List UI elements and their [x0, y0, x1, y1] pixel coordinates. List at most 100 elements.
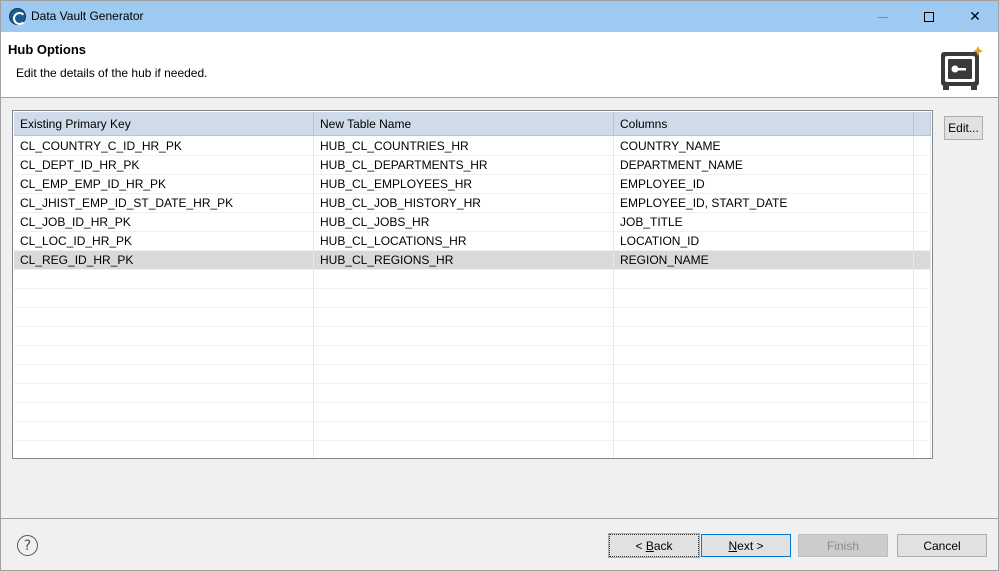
table-body: CL_COUNTRY_C_ID_HR_PK HUB_CL_COUNTRIES_HR…	[14, 137, 931, 458]
empty-table-row	[14, 346, 931, 365]
back-label-prefix: <	[635, 538, 646, 553]
cell-filler	[914, 308, 931, 326]
cell-existing-primary-key	[14, 365, 314, 383]
column-header-new-table-name[interactable]: New Table Name	[314, 112, 614, 135]
cell-filler	[914, 194, 931, 212]
cell-existing-primary-key: CL_LOC_ID_HR_PK	[14, 232, 314, 250]
cell-filler	[914, 289, 931, 307]
empty-table-row	[14, 270, 931, 289]
cell-new-table-name	[314, 327, 614, 345]
cell-filler	[914, 346, 931, 364]
cell-columns	[614, 289, 914, 307]
column-header-columns[interactable]: Columns	[614, 112, 914, 135]
cell-columns: EMPLOYEE_ID	[614, 175, 914, 193]
cell-existing-primary-key	[14, 441, 314, 458]
close-icon: ✕	[969, 8, 981, 25]
cell-columns	[614, 270, 914, 288]
cell-existing-primary-key: CL_JHIST_EMP_ID_ST_DATE_HR_PK	[14, 194, 314, 212]
cell-filler	[914, 384, 931, 402]
column-header-existing-primary-key[interactable]: Existing Primary Key	[14, 112, 314, 135]
cell-columns	[614, 384, 914, 402]
cell-new-table-name: HUB_CL_LOCATIONS_HR	[314, 232, 614, 250]
next-label-rest: ext >	[737, 538, 764, 553]
empty-table-row	[14, 441, 931, 458]
cell-filler	[914, 403, 931, 421]
cell-filler	[914, 251, 931, 269]
empty-table-row	[14, 365, 931, 384]
cell-columns	[614, 403, 914, 421]
cell-new-table-name	[314, 365, 614, 383]
cancel-button[interactable]: Cancel	[897, 534, 987, 557]
window-title: Data Vault Generator	[31, 9, 144, 23]
cell-filler	[914, 213, 931, 231]
dialog-window: Data Vault Generator ✕ Hub Options Edit …	[0, 0, 999, 571]
table-row[interactable]: CL_REG_ID_HR_PK HUB_CL_REGIONS_HR REGION_N…	[14, 251, 931, 270]
cell-columns: COUNTRY_NAME	[614, 137, 914, 155]
page-description: Edit the details of the hub if needed.	[16, 66, 208, 80]
hub-table[interactable]: Existing Primary Key New Table Name Colu…	[12, 110, 933, 459]
cell-columns	[614, 441, 914, 458]
next-label-mnemonic: N	[728, 538, 738, 553]
title-bar[interactable]: Data Vault Generator ✕	[1, 1, 998, 32]
cell-existing-primary-key	[14, 403, 314, 421]
cell-existing-primary-key	[14, 327, 314, 345]
maximize-icon	[924, 11, 934, 22]
cell-existing-primary-key	[14, 289, 314, 307]
cell-new-table-name: HUB_CL_REGIONS_HR	[314, 251, 614, 269]
cell-existing-primary-key: CL_EMP_EMP_ID_HR_PK	[14, 175, 314, 193]
cell-new-table-name: HUB_CL_JOBS_HR	[314, 213, 614, 231]
cell-filler	[914, 422, 931, 440]
cell-existing-primary-key: CL_JOB_ID_HR_PK	[14, 213, 314, 231]
cell-existing-primary-key: CL_COUNTRY_C_ID_HR_PK	[14, 137, 314, 155]
cell-existing-primary-key	[14, 384, 314, 402]
minimize-button[interactable]	[860, 1, 906, 32]
cell-columns	[614, 422, 914, 440]
cell-filler	[914, 441, 931, 458]
cell-existing-primary-key: CL_DEPT_ID_HR_PK	[14, 156, 314, 174]
back-label-rest: ack	[653, 538, 673, 553]
column-header-filler	[914, 112, 931, 135]
empty-table-row	[14, 384, 931, 403]
finish-button[interactable]: Finish	[798, 534, 888, 557]
cell-new-table-name: HUB_CL_JOB_HISTORY_HR	[314, 194, 614, 212]
edit-button[interactable]: Edit...	[944, 116, 983, 140]
cell-existing-primary-key: CL_REG_ID_HR_PK	[14, 251, 314, 269]
table-row[interactable]: CL_EMP_EMP_ID_HR_PK HUB_CL_EMPLOYEES_HR EM…	[14, 175, 931, 194]
cell-columns	[614, 308, 914, 326]
table-row[interactable]: CL_JOB_ID_HR_PK HUB_CL_JOBS_HR JOB_TITLE	[14, 213, 931, 232]
vault-icon	[941, 46, 983, 90]
cell-columns: EMPLOYEE_ID, START_DATE	[614, 194, 914, 212]
close-button[interactable]: ✕	[952, 1, 998, 32]
cell-new-table-name: HUB_CL_DEPARTMENTS_HR	[314, 156, 614, 174]
cell-existing-primary-key	[14, 308, 314, 326]
next-button[interactable]: Next >	[701, 534, 791, 557]
cell-new-table-name	[314, 384, 614, 402]
empty-table-row	[14, 308, 931, 327]
empty-table-row	[14, 422, 931, 441]
cell-filler	[914, 156, 931, 174]
cell-columns: REGION_NAME	[614, 251, 914, 269]
wizard-header: Hub Options Edit the details of the hub …	[1, 32, 998, 98]
table-row[interactable]: CL_DEPT_ID_HR_PK HUB_CL_DEPARTMENTS_HR DEP…	[14, 156, 931, 175]
app-icon	[9, 8, 26, 25]
cell-columns	[614, 346, 914, 364]
empty-table-row	[14, 327, 931, 346]
cell-new-table-name	[314, 346, 614, 364]
maximize-button[interactable]	[906, 1, 952, 32]
back-button[interactable]: < Back	[608, 533, 700, 558]
table-header: Existing Primary Key New Table Name Colu…	[14, 112, 931, 136]
cell-existing-primary-key	[14, 270, 314, 288]
table-row[interactable]: CL_LOC_ID_HR_PK HUB_CL_LOCATIONS_HR LOCATI…	[14, 232, 931, 251]
table-row[interactable]: CL_COUNTRY_C_ID_HR_PK HUB_CL_COUNTRIES_HR…	[14, 137, 931, 156]
cell-columns	[614, 365, 914, 383]
cell-new-table-name: HUB_CL_EMPLOYEES_HR	[314, 175, 614, 193]
cell-columns	[614, 327, 914, 345]
cell-existing-primary-key	[14, 346, 314, 364]
back-label-mnemonic: B	[645, 538, 654, 553]
table-row[interactable]: CL_JHIST_EMP_ID_ST_DATE_HR_PK HUB_CL_JOB_…	[14, 194, 931, 213]
cell-columns: LOCATION_ID	[614, 232, 914, 250]
footer-divider	[1, 518, 998, 519]
cell-new-table-name: HUB_CL_COUNTRIES_HR	[314, 137, 614, 155]
page-title: Hub Options	[8, 42, 86, 57]
help-icon[interactable]: ?	[17, 535, 38, 556]
